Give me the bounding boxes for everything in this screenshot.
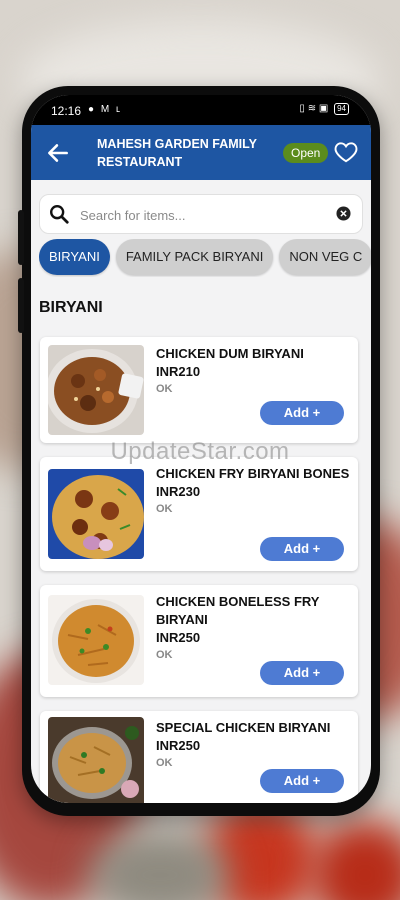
section-title: BIRYANI <box>39 299 103 316</box>
status-time: 12:16 <box>51 104 82 118</box>
arrow-left-icon[interactable] <box>45 140 71 166</box>
search-bar <box>39 194 363 234</box>
item-price: INR250 <box>156 738 201 753</box>
menu-item: CHICKEN FRY BIRYANI BONES INR230 OK Add … <box>40 457 358 571</box>
vibrate-icon: ▯ <box>299 103 305 114</box>
notification-icons: ● M ʟ <box>88 104 122 115</box>
phone-side-button <box>18 278 24 333</box>
battery-icon: 94 <box>334 103 349 115</box>
bluetooth-icon: ʟ <box>115 104 122 115</box>
tab-family-pack-biryani[interactable]: FAMILY PACK BIRYANI <box>115 239 274 275</box>
app-header: MAHESH GARDEN FAMILY RESTAURANT Open <box>31 125 371 180</box>
item-label: OK <box>156 503 173 515</box>
item-price: INR230 <box>156 484 201 499</box>
screen-record-icon: ▣ <box>318 103 329 114</box>
restaurant-title: MAHESH GARDEN FAMILY RESTAURANT <box>97 137 257 169</box>
heart-icon[interactable] <box>333 139 359 165</box>
item-image <box>48 345 144 435</box>
menu-item: SPECIAL CHICKEN BIRYANI INR250 OK Add + <box>40 711 358 803</box>
item-details: SPECIAL CHICKEN BIRYANI INR250 OK <box>156 719 350 771</box>
item-details: CHICKEN DUM BIRYANI INR210 OK <box>156 345 350 397</box>
add-button[interactable]: Add + <box>260 769 344 793</box>
item-details: CHICKEN FRY BIRYANI BONES INR230 OK <box>156 465 350 517</box>
system-icons: ▯ ≋ ▣ 94 <box>299 103 349 115</box>
mail-icon: M <box>100 104 112 115</box>
item-image <box>48 717 144 803</box>
category-tabs: BIRYANI FAMILY PACK BIRYANI NON VEG C <box>39 239 371 277</box>
item-details: CHICKEN BONELESS FRY BIRYANI INR250 OK <box>156 593 350 663</box>
tab-biryani[interactable]: BIRYANI <box>39 239 110 275</box>
menu-item: CHICKEN BONELESS FRY BIRYANI INR250 OK A… <box>40 585 358 697</box>
search-icon <box>50 205 69 224</box>
item-price: INR250 <box>156 630 201 645</box>
item-name: CHICKEN BONELESS FRY BIRYANI <box>156 594 320 627</box>
app-notification-icon: ● <box>88 104 97 115</box>
item-price: INR210 <box>156 364 201 379</box>
item-name: SPECIAL CHICKEN BIRYANI <box>156 720 331 735</box>
clear-icon[interactable] <box>336 206 351 221</box>
watermark: UpdateStar.com <box>110 438 290 465</box>
search-input[interactable] <box>78 202 332 228</box>
item-image <box>48 469 144 559</box>
wifi-icon: ≋ <box>307 103 317 114</box>
status-bar: 12:16 ● M ʟ ▯ ≋ ▣ 94 <box>31 95 371 125</box>
phone-side-button <box>18 210 24 265</box>
menu-item: CHICKEN DUM BIRYANI INR210 OK Add + <box>40 337 358 443</box>
tab-non-veg[interactable]: NON VEG C <box>279 239 371 275</box>
add-button[interactable]: Add + <box>260 537 344 561</box>
item-image <box>48 595 144 685</box>
add-button[interactable]: Add + <box>260 661 344 685</box>
status-badge: Open <box>283 143 329 163</box>
item-name: CHICKEN DUM BIRYANI <box>156 346 304 361</box>
add-button[interactable]: Add + <box>260 401 344 425</box>
item-name: CHICKEN FRY BIRYANI BONES <box>156 466 350 481</box>
item-label: OK <box>156 383 173 395</box>
